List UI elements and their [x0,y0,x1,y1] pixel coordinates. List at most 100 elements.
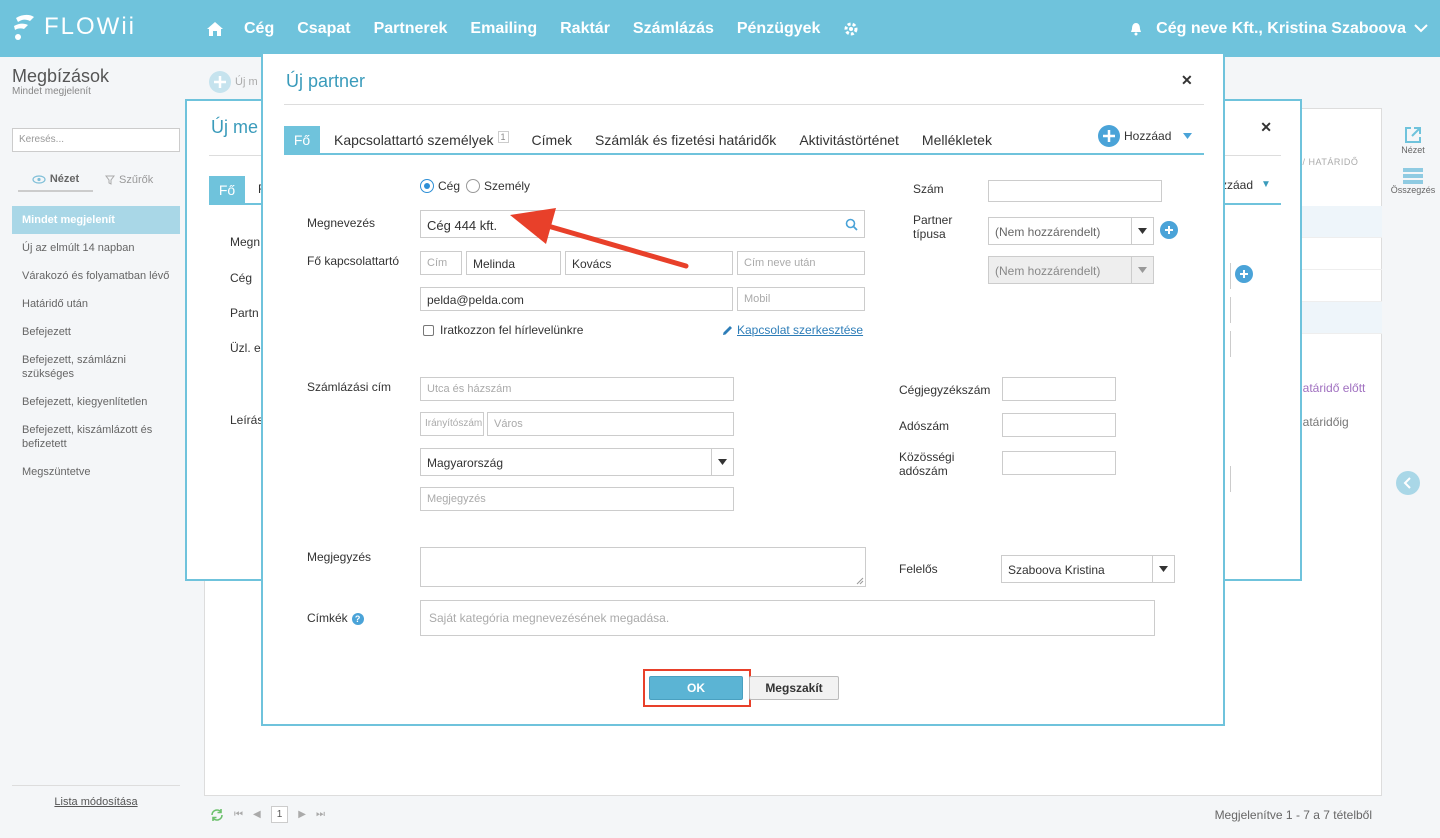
partner-name-input[interactable]: Cég 444 kft. [420,210,865,238]
contact-last-name-input[interactable]: Kovács [565,251,733,275]
filter-icon [105,175,115,185]
add-button[interactable]: zzáad [1221,178,1253,192]
close-icon[interactable]: ✕ [1181,72,1193,89]
refresh-icon[interactable] [210,808,224,822]
bell-icon[interactable] [1130,22,1142,36]
new-order-button[interactable]: Új m [209,71,258,93]
nav-company[interactable]: Cég [244,20,274,38]
nav-emailing[interactable]: Emailing [470,20,537,38]
contact-mobile-input[interactable]: Mobil [737,287,865,311]
nav-partners[interactable]: Partnerek [374,20,448,38]
account-menu[interactable]: Cég neve Kft., Kristina Szaboova [1130,0,1428,57]
contact-title-input[interactable]: Cím [420,251,462,275]
contact-first-name-input[interactable]: Melinda [466,251,561,275]
tab-addresses[interactable]: Címek [532,126,572,154]
nav-team[interactable]: Csapat [297,20,350,38]
nav-invoicing[interactable]: Számlázás [633,20,714,38]
number-input[interactable] [988,180,1162,202]
eye-icon [32,174,46,184]
sidebar-item-overdue[interactable]: Határidő után [12,290,180,318]
caret-down-icon[interactable] [711,449,733,475]
sidebar-search-input[interactable]: Keresés... [12,128,180,152]
tab-filters[interactable]: Szűrők [105,173,153,192]
tab-main[interactable]: Fő [284,126,320,154]
contact-suffix-input[interactable]: Cím neve után [737,251,865,275]
eu-tax-label: Közösségi adószám [899,450,955,478]
tax-number-input[interactable] [1002,413,1116,437]
newsletter-checkbox-row[interactable]: Iratkozzon fel hírlevelünkre [423,323,583,337]
tab-invoices[interactable]: Számlák és fizetési határidők [595,126,776,154]
sidebar-item-unpaid[interactable]: Befejezett, kiegyenlítetlen [12,388,180,416]
chevron-down-icon[interactable] [1414,24,1428,33]
sidebar-item-done[interactable]: Befejezett [12,318,180,346]
partner-type-select[interactable]: (Nem hozzárendelt) [988,217,1154,245]
newsletter-checkbox[interactable] [423,324,434,336]
field-label: Cég [230,271,253,285]
sidebar-item-new[interactable]: Új az elmúlt 14 napban [12,234,180,262]
tab-view[interactable]: Nézet [18,173,93,192]
tags-input[interactable]: Saját kategória megnevezésének megadása. [420,600,1155,636]
search-icon[interactable] [845,218,858,231]
close-icon[interactable]: ✕ [1260,119,1272,136]
status-text: határidő előtt [1296,381,1366,395]
nav-warehouse[interactable]: Raktár [560,20,610,38]
add-partner-icon[interactable] [1235,265,1253,283]
reg-number-input[interactable] [1002,377,1116,401]
street-input[interactable]: Utca és házszám [420,377,734,401]
city-input[interactable]: Város [487,412,734,436]
gear-icon[interactable] [843,21,859,37]
add-partner-type-icon[interactable] [1160,221,1178,239]
app-logo[interactable]: FLOWii [12,12,136,42]
tab-attachments[interactable]: Mellékletek [922,126,992,154]
address-note-input[interactable]: Megjegyzés [420,487,734,511]
sidebar-item-waiting[interactable]: Várakozó és folyamatban lévő [12,262,180,290]
sidebar-title: Megbízások [12,66,110,86]
sidebar-divider [12,785,180,786]
zip-input[interactable]: Irányítószám [420,412,484,436]
eu-tax-input[interactable] [1002,451,1116,475]
caret-down-icon[interactable]: ▼ [1261,179,1271,190]
ok-button[interactable]: OK [649,676,743,700]
right-toolbar: Nézet Összegzés [1386,125,1440,207]
nav-finance[interactable]: Pénzügyek [737,20,821,38]
next-page-icon[interactable]: ▶ [298,809,306,820]
caret-down-icon[interactable] [1152,556,1174,582]
prev-page-icon[interactable]: ◀ [253,809,261,820]
sidebar-item-to-invoice[interactable]: Befejezett, számlázni szükséges [12,346,180,388]
summary-tool[interactable]: Összegzés [1386,167,1440,195]
sidebar-item-all[interactable]: Mindet megjelenít [12,206,180,234]
home-icon[interactable] [206,21,224,37]
view-tool[interactable]: Nézet [1386,125,1440,155]
field-label: Leírás [230,413,264,427]
last-page-icon[interactable]: ⏭ [316,809,325,820]
collapse-panel-button[interactable] [1396,471,1420,495]
tab-main[interactable]: Fő [209,176,245,204]
plus-circle-icon [1098,125,1120,147]
resize-grip-icon[interactable] [856,577,864,585]
radio-person[interactable] [466,179,481,193]
first-page-icon[interactable]: ⏮ [234,809,243,820]
contact-email-input[interactable]: pelda@pelda.com [420,287,733,311]
contacts-count-badge: 1 [497,131,509,143]
owner-select[interactable]: Szaboova Kristina [1001,555,1175,583]
new-partner-modal: Új partner ✕ Fő Kapcsolattartó személyek… [261,52,1225,726]
help-icon[interactable]: ? [351,612,364,625]
country-select[interactable]: Magyarország [420,448,734,476]
page-number-input[interactable]: 1 [270,806,289,823]
caret-down-icon [1183,133,1193,139]
add-dropdown[interactable]: Hozzáad [1098,125,1193,147]
sidebar-list: Mindet megjelenít Új az elmúlt 14 napban… [12,206,180,486]
tab-activity[interactable]: Aktivitástörténet [799,126,899,154]
edit-contact-link[interactable]: Kapcsolat szerkesztése [722,323,863,337]
sidebar-item-paid[interactable]: Befejezett, kiszámlázott és befizetett [12,416,180,458]
account-name[interactable]: Cég neve Kft., Kristina Szaboova [1156,20,1406,38]
sidebar-item-cancelled[interactable]: Megszüntetve [12,458,180,486]
main-nav: Cég Csapat Partnerek Emailing Raktár Szá… [206,0,859,57]
caret-down-icon[interactable] [1131,218,1153,244]
comment-textarea[interactable] [420,547,866,587]
edit-list-link[interactable]: Lista módosítása [0,796,192,808]
tab-contacts[interactable]: Kapcsolattartó személyek 1 [334,126,509,154]
radio-company[interactable] [420,179,434,193]
cancel-button[interactable]: Megszakít [749,676,839,700]
field-label: Partn [230,306,259,320]
